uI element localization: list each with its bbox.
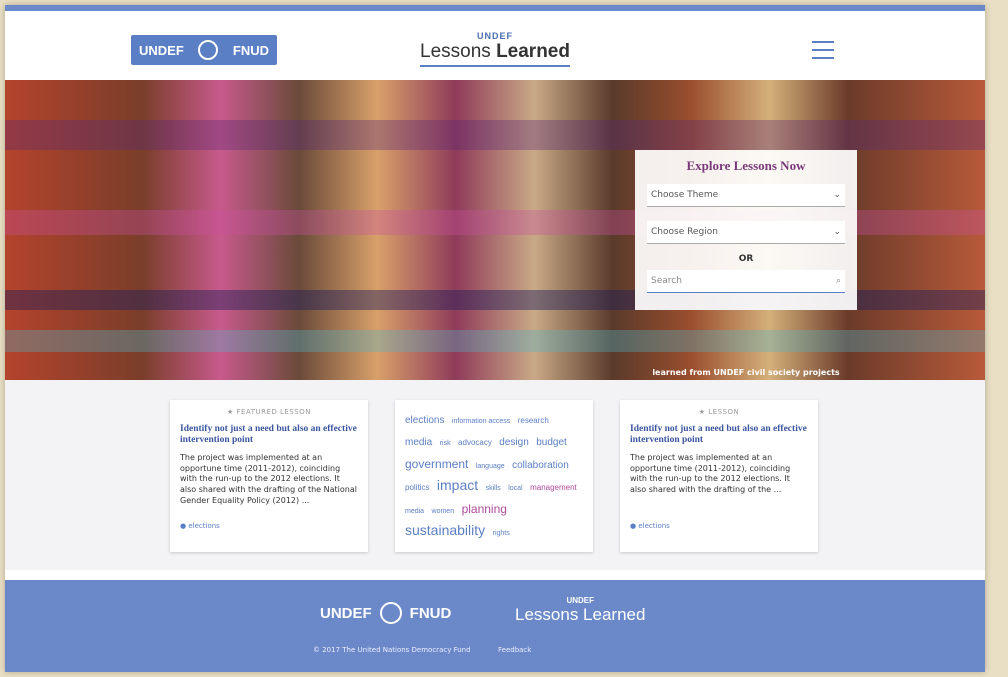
region-select[interactable]: Choose Region ⌄ — [647, 221, 845, 244]
tag-link[interactable]: skills — [486, 485, 501, 492]
un-globe-icon — [198, 40, 219, 60]
tag-link[interactable]: language — [476, 463, 505, 470]
tag-link[interactable]: information access — [452, 418, 510, 425]
tag-link[interactable]: impact — [437, 477, 478, 493]
hero-photo-band — [5, 120, 985, 150]
search-input[interactable]: Search ⌕ — [647, 270, 845, 293]
hamburger-menu-icon[interactable] — [812, 41, 834, 59]
search-icon: ⌕ — [835, 276, 841, 286]
footer-undef-logo[interactable]: UNDEF FNUD — [320, 602, 451, 624]
theme-select[interactable]: Choose Theme ⌄ — [647, 184, 845, 207]
tag-link[interactable]: elections — [405, 415, 444, 426]
tag-cloud: elections information access research me… — [405, 408, 583, 542]
featured-badge: ★ FEATURED LESSON — [227, 408, 311, 416]
tag-link[interactable]: politics — [405, 483, 429, 492]
page: UNDEF FNUD UNDEF Lessons Learned Explore… — [5, 5, 985, 672]
or-separator: OR — [738, 254, 754, 264]
footer-site-title[interactable]: UNDEF Lessons Learned — [515, 596, 645, 625]
site-title-small: UNDEF — [477, 31, 513, 41]
hero-photo-band — [5, 330, 985, 352]
explore-panel: Explore Lessons Now Choose Theme ⌄ Choos… — [635, 150, 857, 310]
tag-link[interactable]: budget — [536, 437, 567, 448]
hero-collage: Explore Lessons Now Choose Theme ⌄ Choos… — [5, 80, 985, 380]
copyright-text: © 2017 The United Nations Democracy Fund — [313, 646, 471, 654]
chevron-down-icon: ⌄ — [833, 227, 841, 237]
lesson-title[interactable]: Identify not just a need but also an eff… — [180, 424, 358, 447]
tag-link[interactable]: government — [405, 457, 468, 471]
site-title-underline — [420, 65, 570, 67]
tag-link[interactable]: design — [499, 437, 528, 448]
tag-link[interactable]: rights — [493, 530, 510, 537]
site-title[interactable]: UNDEF Lessons Learned — [415, 31, 575, 67]
un-globe-icon — [379, 602, 402, 624]
tag-link[interactable]: local — [508, 485, 522, 492]
logo-left-text: UNDEF — [139, 42, 184, 58]
feedback-link[interactable]: Feedback — [498, 646, 531, 654]
tag-cloud-card: elections information access research me… — [395, 400, 593, 552]
lesson-title[interactable]: Identify not just a need but also an eff… — [630, 424, 808, 447]
cards-section: ★ FEATURED LESSON Identify not just a ne… — [5, 380, 985, 570]
tag-link[interactable]: planning — [462, 502, 507, 516]
tag-link[interactable]: media — [405, 508, 424, 515]
lesson-card[interactable]: ★ LESSON Identify not just a need but al… — [620, 400, 818, 552]
tag-link[interactable]: media — [405, 437, 432, 448]
lesson-excerpt: The project was implemented at an opport… — [630, 452, 791, 495]
tag-link[interactable]: women — [432, 508, 455, 515]
tag-link[interactable]: sustainability — [405, 522, 485, 538]
explore-heading: Explore Lessons Now — [686, 158, 806, 173]
tag-link[interactable]: collaboration — [512, 460, 569, 471]
site-header: UNDEF FNUD UNDEF Lessons Learned — [5, 11, 985, 85]
tag-link[interactable]: advocacy — [458, 438, 492, 447]
tag-link[interactable]: research — [518, 416, 549, 425]
site-footer: UNDEF FNUD UNDEF Lessons Learned © 2017 … — [5, 580, 985, 672]
tag-link[interactable]: management — [530, 483, 577, 492]
site-title-main: Lessons Learned — [420, 41, 570, 62]
featured-lesson-card[interactable]: ★ FEATURED LESSON Identify not just a ne… — [170, 400, 368, 552]
tag-link[interactable]: risk — [440, 440, 451, 447]
explore-caption: learned from UNDEF civil society project… — [652, 368, 840, 377]
undef-logo[interactable]: UNDEF FNUD — [131, 35, 277, 65]
chevron-down-icon: ⌄ — [833, 190, 841, 200]
lesson-tag[interactable]: ● elections — [630, 522, 670, 530]
lesson-tag[interactable]: ● elections — [180, 522, 220, 530]
lesson-excerpt: The project was implemented at an opport… — [180, 452, 357, 505]
logo-right-text: FNUD — [232, 42, 269, 58]
lesson-badge: ★ LESSON — [698, 408, 740, 416]
